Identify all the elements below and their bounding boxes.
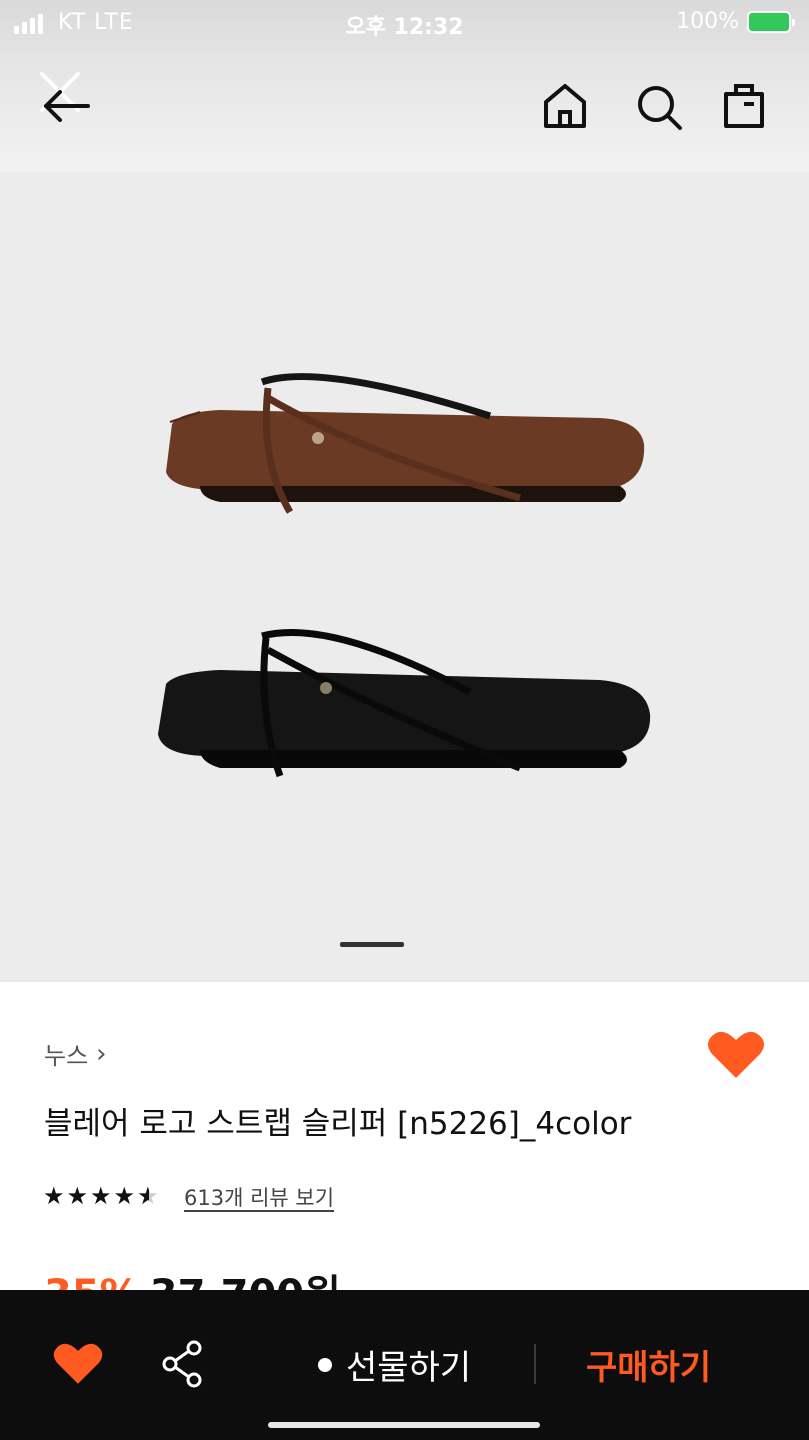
star-icon: ★ <box>66 1182 89 1210</box>
share-icon <box>162 1340 202 1388</box>
brown-sandal-image <box>166 373 645 514</box>
heart-icon <box>53 1343 103 1384</box>
bottom-action-bar: 선물하기 구매하기 <box>0 1290 809 1440</box>
status-bar: KT LTE 오후 12:32 100% <box>0 0 809 46</box>
battery-icon <box>747 10 795 33</box>
star-icon: ★ <box>90 1182 112 1210</box>
brand-name: 누스 <box>44 1042 89 1070</box>
top-header: KT LTE 오후 12:32 100% <box>0 0 809 172</box>
buy-button[interactable]: 구매하기 <box>586 1340 711 1389</box>
gift-label: 선물하기 <box>346 1348 472 1388</box>
divider <box>534 1344 536 1384</box>
chevron-right-icon: › <box>96 1038 107 1069</box>
black-sandal-image <box>158 628 651 778</box>
brand-link[interactable]: 누스 › <box>44 1036 107 1071</box>
product-photo <box>158 373 651 778</box>
half-star-icon: ★ <box>137 1184 159 1208</box>
bottom-like-button[interactable] <box>52 1340 104 1386</box>
back-close-icon <box>40 72 90 122</box>
gallery-page-indicator <box>340 942 404 947</box>
home-button[interactable] <box>538 76 592 136</box>
back-button[interactable] <box>30 66 100 136</box>
product-title: 블레어 로고 스트랩 슬리퍼 [n5226]_4color <box>44 1106 632 1142</box>
like-button[interactable] <box>706 1028 766 1080</box>
shopping-bag-icon <box>724 84 764 128</box>
star-icon: ★ <box>113 1182 136 1210</box>
dot-icon <box>318 1357 332 1372</box>
review-link[interactable]: 613개 리뷰 보기 <box>184 1182 334 1212</box>
cart-button[interactable] <box>716 76 772 136</box>
product-info: 누스 › 블레어 로고 스트랩 슬리퍼 [n5226]_4color ★ ★ ★… <box>0 982 809 1318</box>
star-icon: ★ <box>43 1182 65 1210</box>
home-icon <box>544 84 586 128</box>
search-button[interactable] <box>630 76 690 136</box>
heart-icon <box>708 1031 764 1078</box>
home-indicator <box>268 1422 540 1428</box>
gift-button[interactable]: 선물하기 <box>318 1340 471 1389</box>
share-button[interactable] <box>160 1340 204 1388</box>
product-image-gallery[interactable] <box>0 172 809 982</box>
search-icon <box>638 86 682 130</box>
rating-stars: ★ ★ ★ ★ ★ <box>43 1184 159 1208</box>
battery-percent: 100% <box>676 9 739 34</box>
